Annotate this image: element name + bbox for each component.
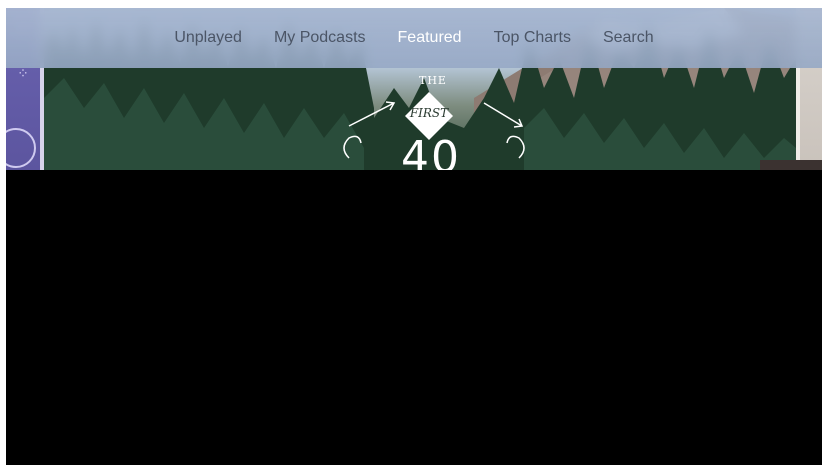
featured-carousel[interactable]: ✣ ⁘ [6, 8, 822, 170]
content-area [6, 170, 822, 465]
top-navigation-bar: Unplayed My Podcasts Featured Top Charts… [6, 8, 822, 68]
artwork-number: 40 [401, 132, 461, 171]
artwork-first: FIRST [409, 106, 449, 120]
artwork-the: THE [419, 74, 447, 87]
circle-ornament-icon [6, 128, 36, 168]
tab-featured[interactable]: Featured [398, 29, 462, 47]
carousel-tile-next-shadow [760, 160, 822, 170]
tv-screen: ✣ ⁘ [6, 8, 822, 465]
tab-top-charts[interactable]: Top Charts [494, 29, 571, 47]
tab-my-podcasts[interactable]: My Podcasts [274, 29, 366, 47]
tab-unplayed[interactable]: Unplayed [174, 29, 242, 47]
tab-search[interactable]: Search [603, 29, 654, 47]
